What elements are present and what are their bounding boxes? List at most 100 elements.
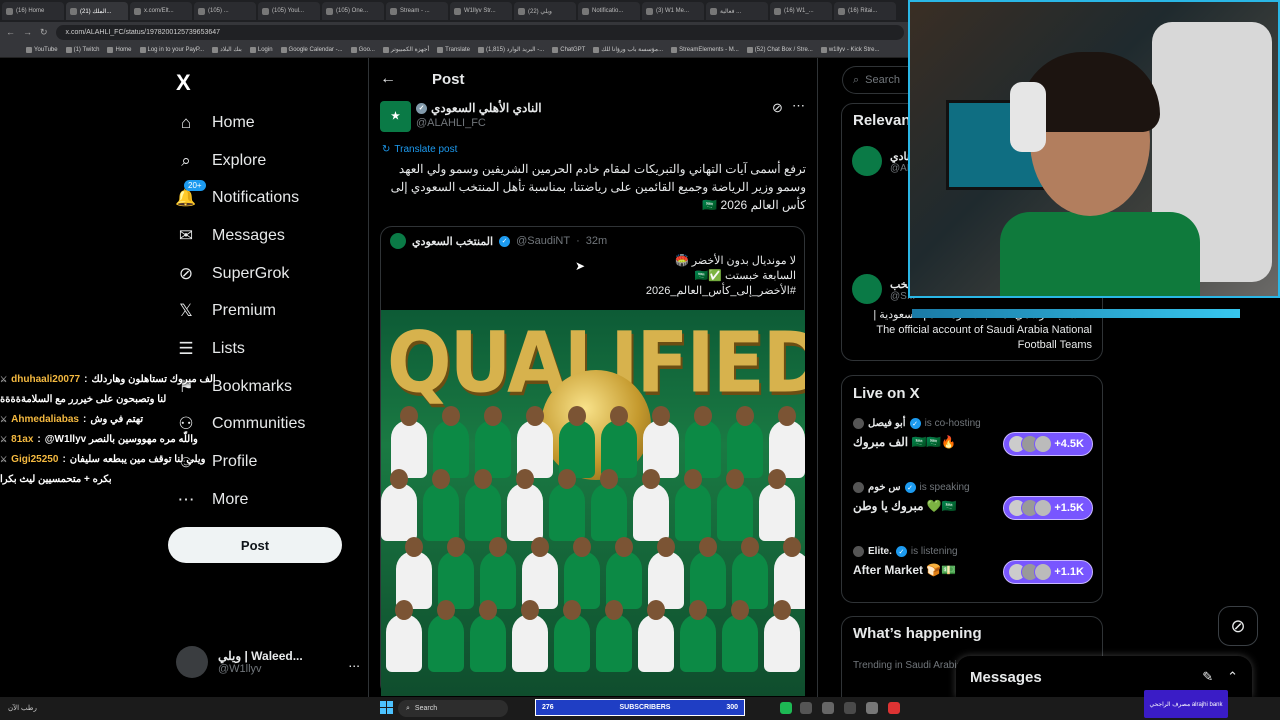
app-icon[interactable] (822, 702, 834, 714)
nav-item-supergrok[interactable]: ⊘ SuperGrok (170, 255, 305, 293)
nav-item-notifications[interactable]: 🔔 20+ Notifications (170, 179, 305, 217)
weather-widget[interactable]: رطب الآن (8, 705, 48, 713)
search-box[interactable]: ⌕ Search (842, 66, 912, 94)
bookmark-item[interactable]: (1) Twitch (65, 46, 99, 53)
browser-tab[interactable]: (105) ... (194, 2, 256, 20)
bookmark-label: YouTube (34, 46, 58, 53)
forward-nav-icon[interactable]: → (23, 27, 32, 37)
search-icon: ⌕ (853, 73, 860, 86)
tab-favicon-icon (134, 7, 141, 15)
nav-item-lists[interactable]: ☰ Lists (170, 330, 305, 368)
browser-tab[interactable]: (105) Youl... (258, 2, 320, 20)
live-space-item[interactable]: س خوم ✓ is speaking مبروك يا وطن 💚🇸🇦 +1.5K (853, 482, 1093, 520)
grok-icon[interactable]: ⊘ (772, 100, 783, 116)
browser-tab[interactable]: Notificatio... (578, 2, 640, 20)
account-switcher[interactable]: ويلي | Waleed... @W1llyv ... (176, 646, 360, 678)
grok-fab-icon[interactable]: ⊘ (1218, 606, 1258, 646)
expand-chevron-icon[interactable]: ⌃ (1227, 669, 1238, 685)
browser-tab[interactable]: W1llyv Str... (450, 2, 512, 20)
quote-hashtag[interactable]: #الأخضر_إلى_كأس_العالم_2026 (390, 284, 796, 299)
spotify-icon[interactable] (780, 702, 792, 714)
back-nav-icon[interactable]: ← (6, 27, 15, 37)
nav-item-premium[interactable]: 𝕏 Premium (170, 292, 305, 330)
translate-icon: ↻ (382, 144, 391, 155)
bookmark-item[interactable]: مؤسسة باب ورؤانا للك... (593, 46, 663, 53)
trending-label[interactable]: Trending in Saudi Arabia (853, 660, 962, 671)
chat-badge-icon: ⚔ (0, 455, 8, 464)
author-avatar[interactable]: ★ (380, 101, 411, 132)
chat-username: Ahmedaliabas (11, 414, 79, 425)
more-dots-icon[interactable]: ... (348, 654, 360, 670)
live-host-row: أبو فيصل ✓ is co-hosting (853, 418, 1093, 429)
listeners-pill[interactable]: +1.5K (1003, 496, 1093, 520)
player-head (526, 406, 544, 426)
post-button[interactable]: Post (168, 527, 342, 563)
nav-item-messages[interactable]: ✉ Messages (170, 217, 305, 255)
browser-tab[interactable]: (22) ويلي (514, 2, 576, 20)
browser-tab[interactable]: (16) W1_... (770, 2, 832, 20)
app-icon[interactable] (844, 702, 856, 714)
browser-tab[interactable]: (16) Ritai... (834, 2, 896, 20)
bookmark-item[interactable]: Google Calendar -... (280, 46, 343, 53)
qualified-team-image[interactable]: QUALIFIED (381, 310, 805, 696)
bookmark-item[interactable]: StreamElements - M... (671, 46, 739, 53)
chat-text: الف مبروك تستاهلون وهاردلك (91, 374, 216, 385)
browser-tab[interactable]: (105) One... (322, 2, 384, 20)
reload-icon[interactable]: ↻ (40, 27, 48, 38)
player-figure (633, 469, 669, 541)
tab-favicon-icon (262, 7, 269, 15)
windows-start-icon[interactable] (380, 701, 393, 714)
quote-author-name[interactable]: المنتخب السعودي (412, 235, 493, 248)
more-options-icon[interactable]: ⋯ (792, 98, 805, 114)
verified-icon: ✓ (909, 418, 921, 429)
bookmark-item[interactable]: ChatGPT (552, 46, 585, 53)
browser-tab[interactable]: (3) W1 Me... (642, 2, 704, 20)
app-icon[interactable] (888, 702, 900, 714)
app-icon[interactable] (800, 702, 812, 714)
browser-tab[interactable]: Stream - ... (386, 2, 448, 20)
url-field[interactable]: x.com/ALAHLI_FC/status/19782001257396536… (55, 24, 904, 40)
live-space-item[interactable]: أبو فيصل ✓ is co-hosting الف مبروك 🇸🇦🇸🇦🔥 +4.… (853, 418, 1093, 456)
back-arrow-icon[interactable]: ← (380, 70, 396, 88)
player-figure (381, 469, 417, 541)
browser-tab[interactable]: (21) الملك... (66, 2, 128, 20)
chat-message: بكره + متحمسيين ليث بكرا (0, 470, 230, 490)
browser-tab[interactable]: (16) Home (2, 2, 64, 20)
player-head (432, 469, 450, 489)
nav-item-home[interactable]: ⌂ Home (170, 104, 305, 142)
bookmark-item[interactable]: بنك البلاد (212, 46, 242, 53)
bookmark-item[interactable]: (1,815) البريد الوارد -... (477, 46, 544, 53)
player-head (521, 600, 539, 620)
bookmark-item[interactable]: (52) Chat Box / Stre... (746, 46, 813, 53)
bookmark-item[interactable]: أجهزة الكمبيوتر (382, 46, 429, 53)
bookmark-item[interactable]: Log in to your PayP... (139, 46, 204, 53)
nav-icon-wrap: ⌕ (176, 151, 196, 171)
tab-favicon-icon (518, 7, 525, 15)
x-logo-icon[interactable]: X (176, 70, 191, 96)
bookmark-item[interactable]: w1llyv - Kick Stre... (820, 46, 880, 53)
browser-tab[interactable]: فعالية ... (706, 2, 768, 20)
taskbar-search[interactable]: ⌕ Search (398, 700, 508, 717)
bookmark-item[interactable]: YouTube (26, 46, 58, 53)
bookmark-favicon-icon (280, 46, 287, 53)
bookmark-item[interactable]: Goo... (350, 46, 375, 53)
bookmark-item[interactable]: Translate (437, 46, 470, 53)
chat-message: ⚔ Ahmedaliabas: تهتم في وش (0, 410, 230, 430)
browser-tab[interactable]: x.com/Elt... (130, 2, 192, 20)
listeners-pill[interactable]: +4.5K (1003, 432, 1093, 456)
listeners-pill[interactable]: +1.1K (1003, 560, 1093, 584)
host-status: is co-hosting (924, 418, 981, 429)
app-icon[interactable] (866, 702, 878, 714)
translate-link[interactable]: ↻ Translate post (382, 144, 457, 155)
bookmark-item[interactable]: Home (107, 46, 132, 53)
player-head (516, 469, 534, 489)
compose-message-icon[interactable]: ✎ (1202, 669, 1213, 685)
author-name-row[interactable]: ✓ النادي الأهلي السعودي (416, 101, 542, 115)
live-space-item[interactable]: Elite. ✓ is listening After Market 🍞💵 +1.1K (853, 546, 1093, 584)
nav-item-explore[interactable]: ⌕ Explore (170, 142, 305, 180)
tab-label: (16) Home (16, 8, 45, 14)
quote-avatar[interactable] (390, 233, 406, 249)
author-handle[interactable]: @ALAHLI_FC (416, 117, 486, 129)
player-head (741, 537, 759, 557)
bookmark-item[interactable]: Login (249, 46, 273, 53)
